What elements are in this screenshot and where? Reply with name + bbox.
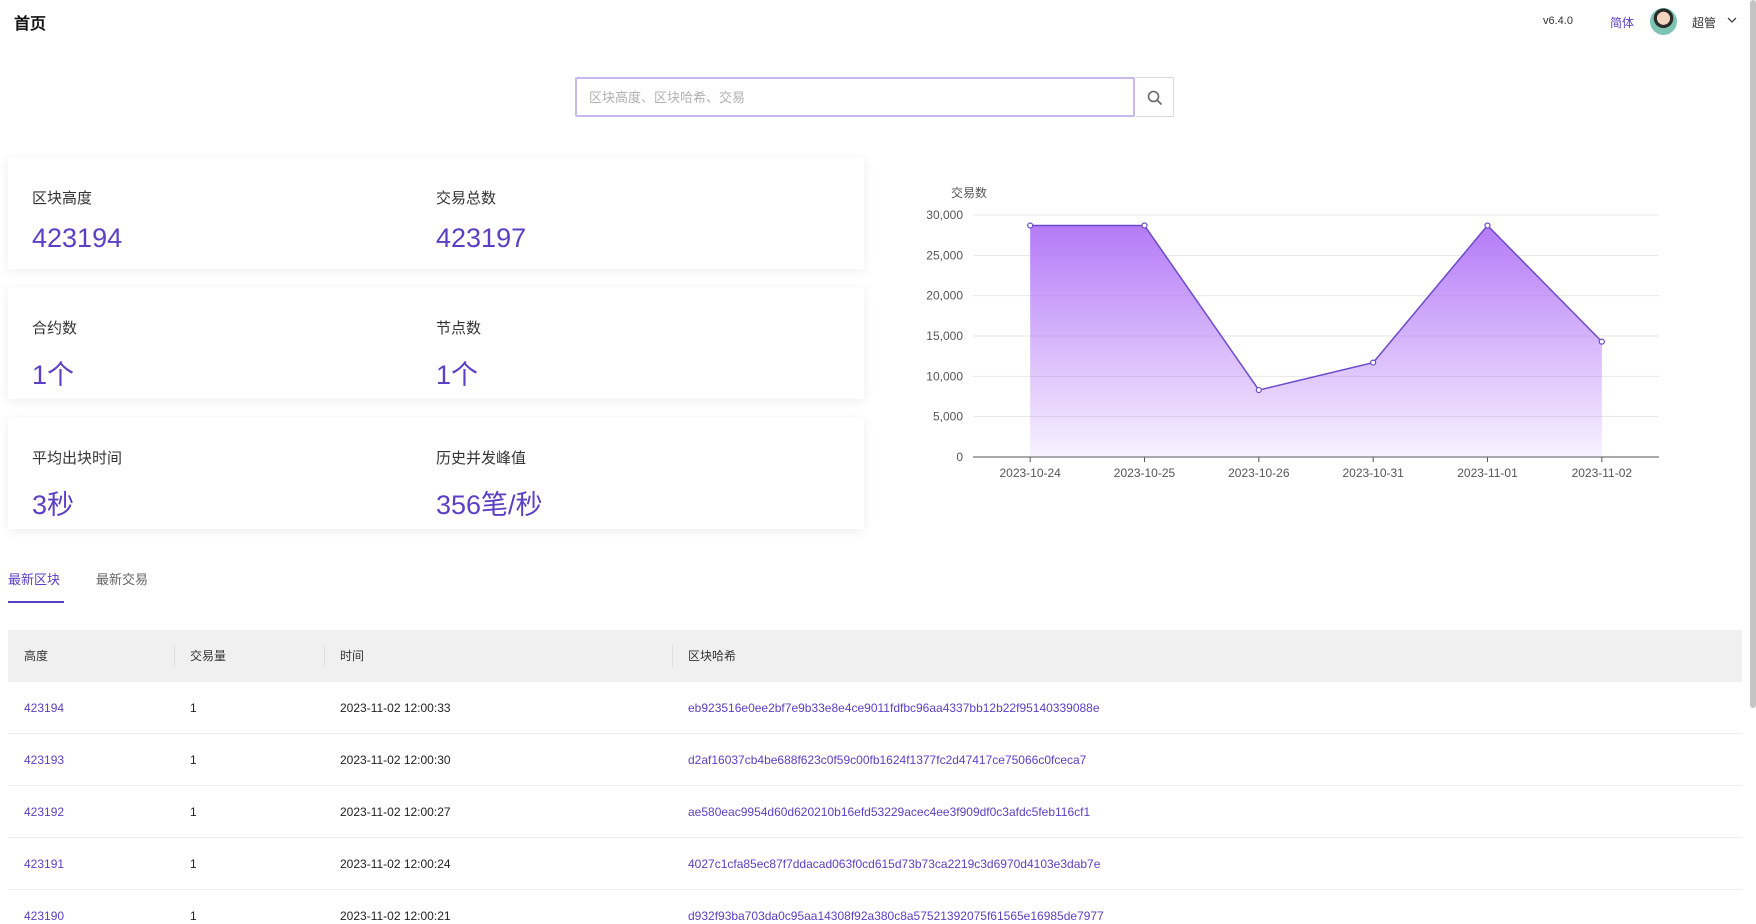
stat-value-nodes: 1个	[436, 360, 479, 390]
tx-count-cell: 1	[190, 753, 197, 767]
tab-latest-blocks[interactable]: 最新区块	[8, 569, 60, 588]
data-point	[1255, 386, 1262, 394]
page-title: 首页	[14, 16, 47, 33]
search-button[interactable]	[1135, 77, 1174, 117]
y-tick-label: 25,000	[926, 248, 963, 262]
y-tick-label: 30,000	[926, 208, 963, 222]
time-cell: 2023-11-02 12:00:21	[340, 909, 451, 923]
time-cell: 2023-11-02 12:00:24	[340, 857, 451, 871]
table-body: 423194 1 2023-11-02 12:00:33 eb923516e0ee2b…	[8, 682, 1742, 924]
x-tick-label: 2023-10-25	[1114, 466, 1176, 480]
block-hash-link[interactable]: d932f93ba703da0c95aa14308f92a380c8a57521…	[688, 890, 1104, 924]
y-tick-label: 10,000	[926, 369, 963, 383]
series-area	[1030, 225, 1602, 457]
table-row: 423191 1 2023-11-02 12:00:24 4027c1cfa85ec8…	[8, 838, 1742, 890]
stat-label-avg-block-time: 平均出块时间	[32, 450, 123, 467]
table-row: 423194 1 2023-11-02 12:00:33 eb923516e0ee2b…	[8, 682, 1742, 734]
stat-value-block-height: 423194	[32, 223, 123, 253]
table-header: 高度 交易量 时间 区块哈希	[8, 630, 1742, 682]
blocks-table: 高度 交易量 时间 区块哈希 423194 1 2023-11-02 12:00:3…	[8, 630, 1742, 924]
x-tick-label: 2023-10-31	[1342, 466, 1404, 480]
table-row: 423193 1 2023-11-02 12:00:30 d2af16037cb4be…	[8, 734, 1742, 786]
y-tick-label: 5,000	[933, 410, 963, 424]
stat-value-peak-tps: 356笔/秒	[436, 490, 543, 520]
data-point	[1141, 222, 1148, 229]
x-tick-label: 2023-10-24	[999, 466, 1061, 480]
stat-card-contracts-nodes: 合约数 1个 节点数 1个	[8, 287, 864, 399]
tx-count-cell: 1	[190, 701, 197, 715]
data-point	[1598, 338, 1605, 345]
stat-label-total-tx: 交易总数	[436, 190, 497, 207]
y-tick-label: 20,000	[926, 289, 963, 303]
column-header-tx-count: 交易量	[190, 649, 227, 663]
block-hash-link[interactable]: 4027c1cfa85ec87f7ddacad063f0cd615d73b73c…	[688, 838, 1100, 890]
top-header: 首页 v6.4.0 简体 超管	[0, 0, 1756, 42]
block-height-link[interactable]: 423191	[24, 838, 64, 890]
column-divider	[174, 645, 175, 667]
username[interactable]: 超管	[1692, 14, 1716, 31]
tx-count-cell: 1	[190, 909, 197, 923]
y-tick-label: 15,000	[926, 329, 963, 343]
table-row: 423190 1 2023-11-02 12:00:21 d932f93ba703da…	[8, 890, 1742, 924]
chevron-down-icon[interactable]	[1725, 13, 1739, 27]
time-cell: 2023-11-02 12:00:33	[340, 701, 451, 715]
block-height-link[interactable]: 423192	[24, 786, 64, 838]
y-tick-label: 0	[956, 450, 963, 464]
column-header-height: 高度	[24, 649, 49, 663]
stat-label-contracts: 合约数	[32, 320, 78, 337]
version-label: v6.4.0	[1543, 15, 1573, 27]
data-point	[1484, 222, 1491, 229]
x-tick-label: 2023-10-26	[1228, 466, 1290, 480]
time-cell: 2023-11-02 12:00:27	[340, 805, 451, 819]
table-row: 423192 1 2023-11-02 12:00:27 ae580eac9954d6…	[8, 786, 1742, 838]
stat-label-nodes: 节点数	[436, 320, 482, 337]
tx-chart: 0 5,000 10,000 15,000 20,000 25,000 30,000 交易数 2…	[900, 170, 1680, 490]
block-height-link[interactable]: 423190	[24, 890, 64, 924]
stat-label-peak-tps: 历史并发峰值	[436, 450, 527, 467]
tx-count-cell: 1	[190, 857, 197, 871]
block-hash-link[interactable]: eb923516e0ee2bf7e9b33e8e4ce9011fdfbc96aa…	[688, 682, 1100, 734]
stat-card-block-tx: 区块高度 423194 交易总数 423197	[8, 157, 864, 269]
stat-value-total-tx: 423197	[436, 223, 527, 253]
column-divider	[672, 645, 673, 667]
time-cell: 2023-11-02 12:00:30	[340, 753, 451, 767]
data-point	[1027, 222, 1034, 229]
stat-value-contracts: 1个	[32, 360, 75, 390]
block-hash-link[interactable]: d2af16037cb4be688f623c0f59c00fb1624f1377…	[688, 734, 1086, 786]
tab-active-indicator	[8, 601, 64, 603]
x-tick-label: 2023-11-01	[1457, 466, 1518, 480]
tx-chart-svg: 0 5,000 10,000 15,000 20,000 25,000 30,000 交易数 2…	[926, 185, 1659, 480]
stat-label-block-height: 区块高度	[32, 190, 93, 207]
block-height-link[interactable]: 423194	[24, 682, 64, 734]
tx-count-cell: 1	[190, 805, 197, 819]
stat-card-time-peak: 平均出块时间 3秒 历史并发峰值 356笔/秒	[8, 417, 864, 529]
search-input[interactable]	[575, 77, 1135, 117]
search-icon	[1147, 90, 1163, 106]
language-switch[interactable]: 简体	[1610, 14, 1634, 31]
avatar[interactable]	[1650, 8, 1677, 35]
x-tick-label: 2023-11-02	[1572, 466, 1633, 480]
block-hash-link[interactable]: ae580eac9954d60d620210b16efd53229acec4ee…	[688, 786, 1090, 838]
column-divider	[324, 645, 325, 667]
column-header-time: 时间	[340, 649, 365, 663]
block-height-link[interactable]: 423193	[24, 734, 64, 786]
stat-value-avg-block-time: 3秒	[32, 490, 75, 520]
y-axis-label: 交易数	[951, 185, 987, 200]
data-point	[1370, 359, 1377, 366]
tab-latest-transactions[interactable]: 最新交易	[96, 569, 148, 588]
column-header-block-hash: 区块哈希	[688, 649, 737, 663]
page-scrollbar[interactable]	[1750, 0, 1756, 708]
